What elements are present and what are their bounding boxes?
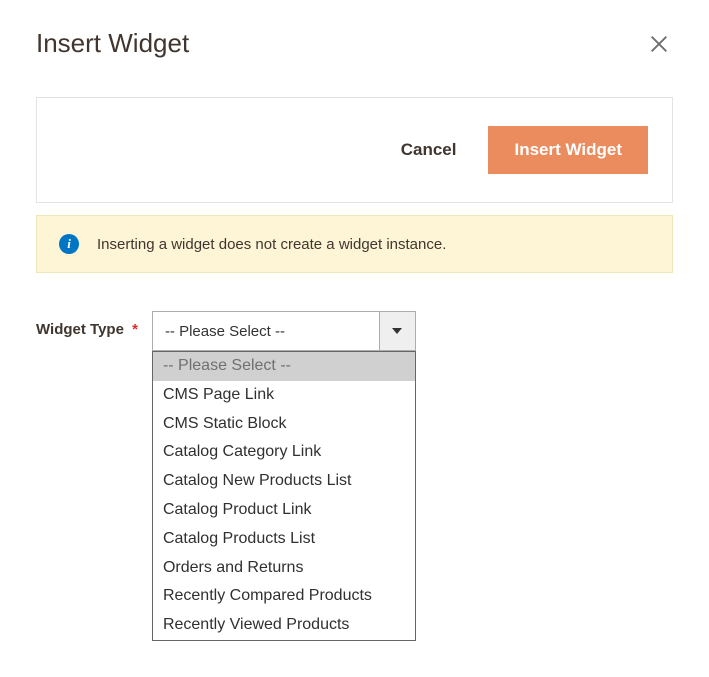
widget-type-select-wrapper: -- Please Select -- -- Please Select --C… bbox=[152, 311, 416, 351]
close-icon bbox=[648, 33, 670, 55]
widget-type-label-text: Widget Type bbox=[36, 321, 124, 338]
widget-type-row: Widget Type * -- Please Select -- -- Ple… bbox=[36, 311, 673, 351]
widget-type-option[interactable]: Catalog Products List bbox=[153, 525, 415, 554]
widget-type-option[interactable]: Recently Viewed Products bbox=[153, 611, 415, 640]
widget-type-option[interactable]: CMS Static Block bbox=[153, 410, 415, 439]
info-icon: i bbox=[59, 234, 79, 254]
info-message-bar: i Inserting a widget does not create a w… bbox=[36, 215, 673, 273]
action-toolbar: Cancel Insert Widget bbox=[36, 97, 673, 203]
modal-title: Insert Widget bbox=[36, 28, 189, 59]
chevron-down-icon bbox=[392, 328, 402, 334]
insert-widget-modal: Insert Widget Cancel Insert Widget i Ins… bbox=[0, 0, 709, 351]
widget-type-label: Widget Type * bbox=[36, 311, 138, 338]
widget-type-options-list: -- Please Select --CMS Page LinkCMS Stat… bbox=[152, 351, 416, 641]
widget-type-option[interactable]: Catalog Product Link bbox=[153, 496, 415, 525]
widget-type-selected-value: -- Please Select -- bbox=[153, 312, 379, 350]
widget-type-select[interactable]: -- Please Select -- bbox=[152, 311, 416, 351]
insert-widget-button[interactable]: Insert Widget bbox=[488, 126, 648, 174]
widget-type-option[interactable]: Catalog New Products List bbox=[153, 467, 415, 496]
modal-header: Insert Widget bbox=[0, 0, 709, 79]
widget-type-option[interactable]: Catalog Category Link bbox=[153, 438, 415, 467]
info-message-text: Inserting a widget does not create a wid… bbox=[97, 236, 446, 253]
widget-type-option[interactable]: -- Please Select -- bbox=[153, 352, 415, 381]
close-button[interactable] bbox=[645, 30, 673, 58]
select-arrow-button[interactable] bbox=[379, 312, 415, 350]
widget-type-option[interactable]: Recently Compared Products bbox=[153, 582, 415, 611]
cancel-button[interactable]: Cancel bbox=[387, 130, 471, 170]
widget-type-option[interactable]: Orders and Returns bbox=[153, 554, 415, 583]
widget-type-option[interactable]: CMS Page Link bbox=[153, 381, 415, 410]
required-indicator: * bbox=[132, 321, 138, 338]
